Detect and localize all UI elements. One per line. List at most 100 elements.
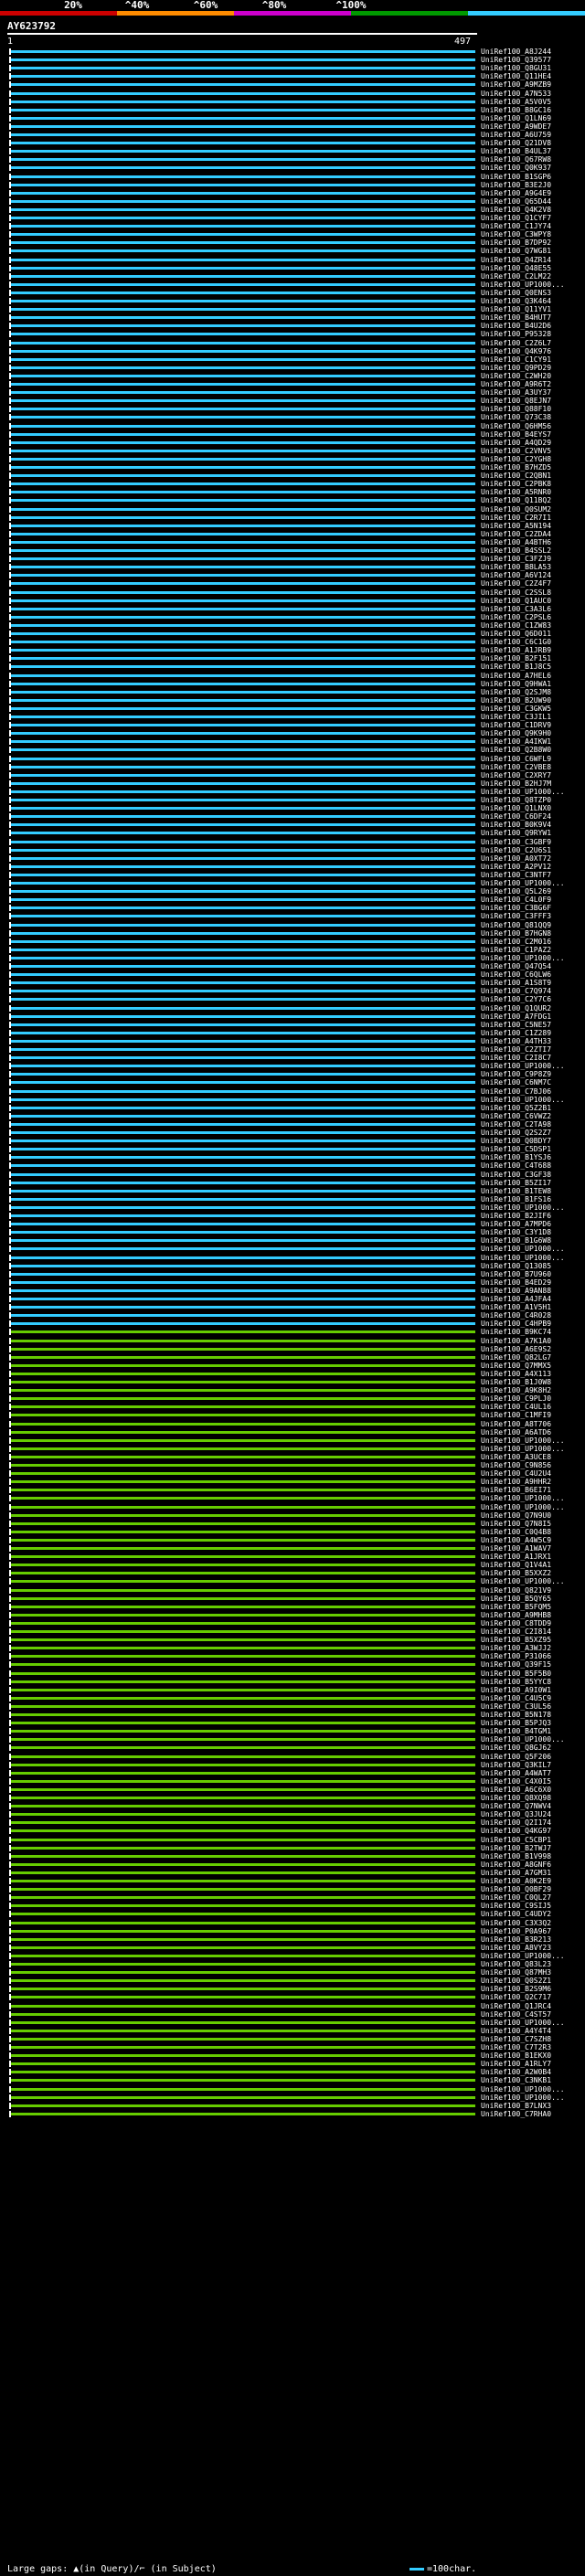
hit-label[interactable]: UniRef100_B5ZI17 [481, 1179, 583, 1187]
hit-alignment-bar[interactable] [11, 540, 475, 544]
hit-alignment-bar[interactable] [11, 1588, 475, 1592]
hit-label[interactable]: UniRef100_C6WFL9 [481, 755, 583, 763]
hit-label[interactable]: UniRef100_B5N178 [481, 1711, 583, 1719]
hit-alignment-bar[interactable] [11, 1122, 475, 1126]
hit-alignment-bar[interactable] [11, 1298, 475, 1300]
hit-alignment-bar[interactable] [11, 249, 475, 253]
hit-alignment-bar[interactable] [11, 1339, 475, 1342]
hit-label[interactable]: UniRef100_A3WJJ2 [481, 1644, 583, 1652]
hit-alignment-bar[interactable] [11, 1089, 475, 1093]
hit-label[interactable]: UniRef100_P95328 [481, 330, 583, 338]
hit-alignment-bar[interactable] [11, 1264, 475, 1267]
hit-label[interactable]: UniRef100_C1DRV9 [481, 721, 583, 729]
hit-label[interactable]: UniRef100_B5XZ95 [481, 1636, 583, 1644]
hit-label[interactable]: UniRef100_C5CBP1 [481, 1836, 583, 1844]
hit-alignment-bar[interactable] [11, 781, 475, 785]
hit-alignment-bar[interactable] [11, 482, 475, 486]
hit-alignment-bar[interactable] [11, 1489, 475, 1492]
hit-alignment-bar[interactable] [11, 1164, 475, 1168]
hit-alignment-bar[interactable] [11, 1904, 475, 1908]
hit-label[interactable]: UniRef100_A4QD29 [481, 439, 583, 447]
hit-alignment-bar[interactable] [11, 133, 475, 136]
hit-alignment-bar[interactable] [11, 1704, 475, 1708]
hit-label[interactable]: UniRef100_C2I814 [481, 1627, 583, 1636]
hit-label[interactable]: UniRef100_A5N194 [481, 522, 583, 530]
hit-label[interactable]: UniRef100_B4UL37 [481, 147, 583, 155]
hit-alignment-bar[interactable] [11, 765, 475, 769]
hit-label[interactable]: UniRef100_A2PV12 [481, 863, 583, 871]
hit-alignment-bar[interactable] [11, 724, 475, 727]
hit-alignment-bar[interactable] [11, 491, 475, 494]
hit-label[interactable]: UniRef100_B4U2D6 [481, 322, 583, 330]
hit-alignment-bar[interactable] [11, 549, 475, 552]
hit-alignment-bar[interactable] [11, 1613, 475, 1617]
hit-label[interactable]: UniRef100_B4TGM1 [481, 1727, 583, 1735]
hit-label[interactable]: UniRef100_C4U5C9 [481, 1694, 583, 1702]
hit-label[interactable]: UniRef100_A4W5C9 [481, 1536, 583, 1544]
hit-label[interactable]: UniRef100_C2LM22 [481, 272, 583, 281]
hit-alignment-bar[interactable] [11, 757, 475, 760]
hit-label[interactable]: UniRef100_Q4ZR14 [481, 256, 583, 264]
hit-label[interactable]: UniRef100_A9MHB8 [481, 1611, 583, 1619]
hit-alignment-bar[interactable] [11, 856, 475, 860]
hit-label[interactable]: UniRef100_UP1000... [481, 1062, 583, 1070]
hit-alignment-bar[interactable] [11, 665, 475, 669]
hit-label[interactable]: UniRef100_C2VNV5 [481, 447, 583, 455]
hit-alignment-bar[interactable] [11, 931, 475, 935]
hit-alignment-bar[interactable] [11, 391, 475, 395]
hit-alignment-bar[interactable] [11, 1239, 475, 1243]
hit-alignment-bar[interactable] [11, 1888, 475, 1892]
hit-alignment-bar[interactable] [11, 333, 475, 336]
hit-alignment-bar[interactable] [11, 1048, 475, 1051]
hit-label[interactable]: UniRef100_UP1000... [481, 1203, 583, 1212]
hit-label[interactable]: UniRef100_Q67RW8 [481, 155, 583, 164]
hit-label[interactable]: UniRef100_A1RLY7 [481, 2060, 583, 2068]
hit-label[interactable]: UniRef100_C3WPY8 [481, 230, 583, 239]
hit-alignment-bar[interactable] [11, 116, 475, 120]
hit-alignment-bar[interactable] [11, 915, 475, 918]
hit-label[interactable]: UniRef100_B2HJ7M [481, 779, 583, 788]
hit-label[interactable]: UniRef100_Q48E55 [481, 264, 583, 272]
hit-alignment-bar[interactable] [11, 1414, 475, 1417]
hit-alignment-bar[interactable] [11, 2104, 475, 2107]
hit-alignment-bar[interactable] [11, 1988, 475, 1991]
hit-label[interactable]: UniRef100_Q11HE4 [481, 72, 583, 80]
hit-alignment-bar[interactable] [11, 1647, 475, 1650]
hit-label[interactable]: UniRef100_C2U6S1 [481, 846, 583, 854]
hit-label[interactable]: UniRef100_Q1LN69 [481, 114, 583, 122]
hit-alignment-bar[interactable] [11, 1954, 475, 1957]
hit-alignment-bar[interactable] [11, 740, 475, 744]
hit-alignment-bar[interactable] [11, 1638, 475, 1642]
hit-alignment-bar[interactable] [11, 1846, 475, 1850]
hit-label[interactable]: UniRef100_Q9HWA1 [481, 680, 583, 688]
hit-label[interactable]: UniRef100_B1SGP6 [481, 173, 583, 181]
hit-alignment-bar[interactable] [11, 1555, 475, 1559]
hit-label[interactable]: UniRef100_Q7NWV4 [481, 1802, 583, 1810]
hit-label[interactable]: UniRef100_UP1000... [481, 2094, 583, 2102]
hit-label[interactable]: UniRef100_Q1CYF7 [481, 214, 583, 222]
hit-alignment-bar[interactable] [11, 1547, 475, 1550]
hit-label[interactable]: UniRef100_B8GC16 [481, 106, 583, 114]
hit-alignment-bar[interactable] [11, 998, 475, 1002]
hit-alignment-bar[interactable] [11, 1205, 475, 1209]
hit-alignment-bar[interactable] [11, 1722, 475, 1725]
hit-label[interactable]: UniRef100_Q8XQ98 [481, 1794, 583, 1802]
hit-label[interactable]: UniRef100_B1J0W8 [481, 1378, 583, 1386]
hit-alignment-bar[interactable] [11, 698, 475, 702]
hit-label[interactable]: UniRef100_Q21DV8 [481, 139, 583, 147]
hit-label[interactable]: UniRef100_A8J244 [481, 48, 583, 56]
hit-alignment-bar[interactable] [11, 191, 475, 195]
hit-alignment-bar[interactable] [11, 1913, 475, 1916]
hit-label[interactable]: UniRef100_C2PBK8 [481, 480, 583, 488]
hit-alignment-bar[interactable] [11, 1787, 475, 1791]
hit-alignment-bar[interactable] [11, 1730, 475, 1733]
hit-alignment-bar[interactable] [11, 341, 475, 345]
hit-alignment-bar[interactable] [11, 848, 475, 852]
hit-label[interactable]: UniRef100_C4U2U4 [481, 1469, 583, 1478]
hit-label[interactable]: UniRef100_C3GKW5 [481, 705, 583, 713]
hit-label[interactable]: UniRef100_B1J8C5 [481, 663, 583, 671]
hit-label[interactable]: UniRef100_UP1000... [481, 954, 583, 962]
hit-label[interactable]: UniRef100_B5PJQ3 [481, 1719, 583, 1727]
hit-label[interactable]: UniRef100_B1V998 [481, 1852, 583, 1860]
hit-label[interactable]: UniRef100_A4BTH6 [481, 538, 583, 546]
